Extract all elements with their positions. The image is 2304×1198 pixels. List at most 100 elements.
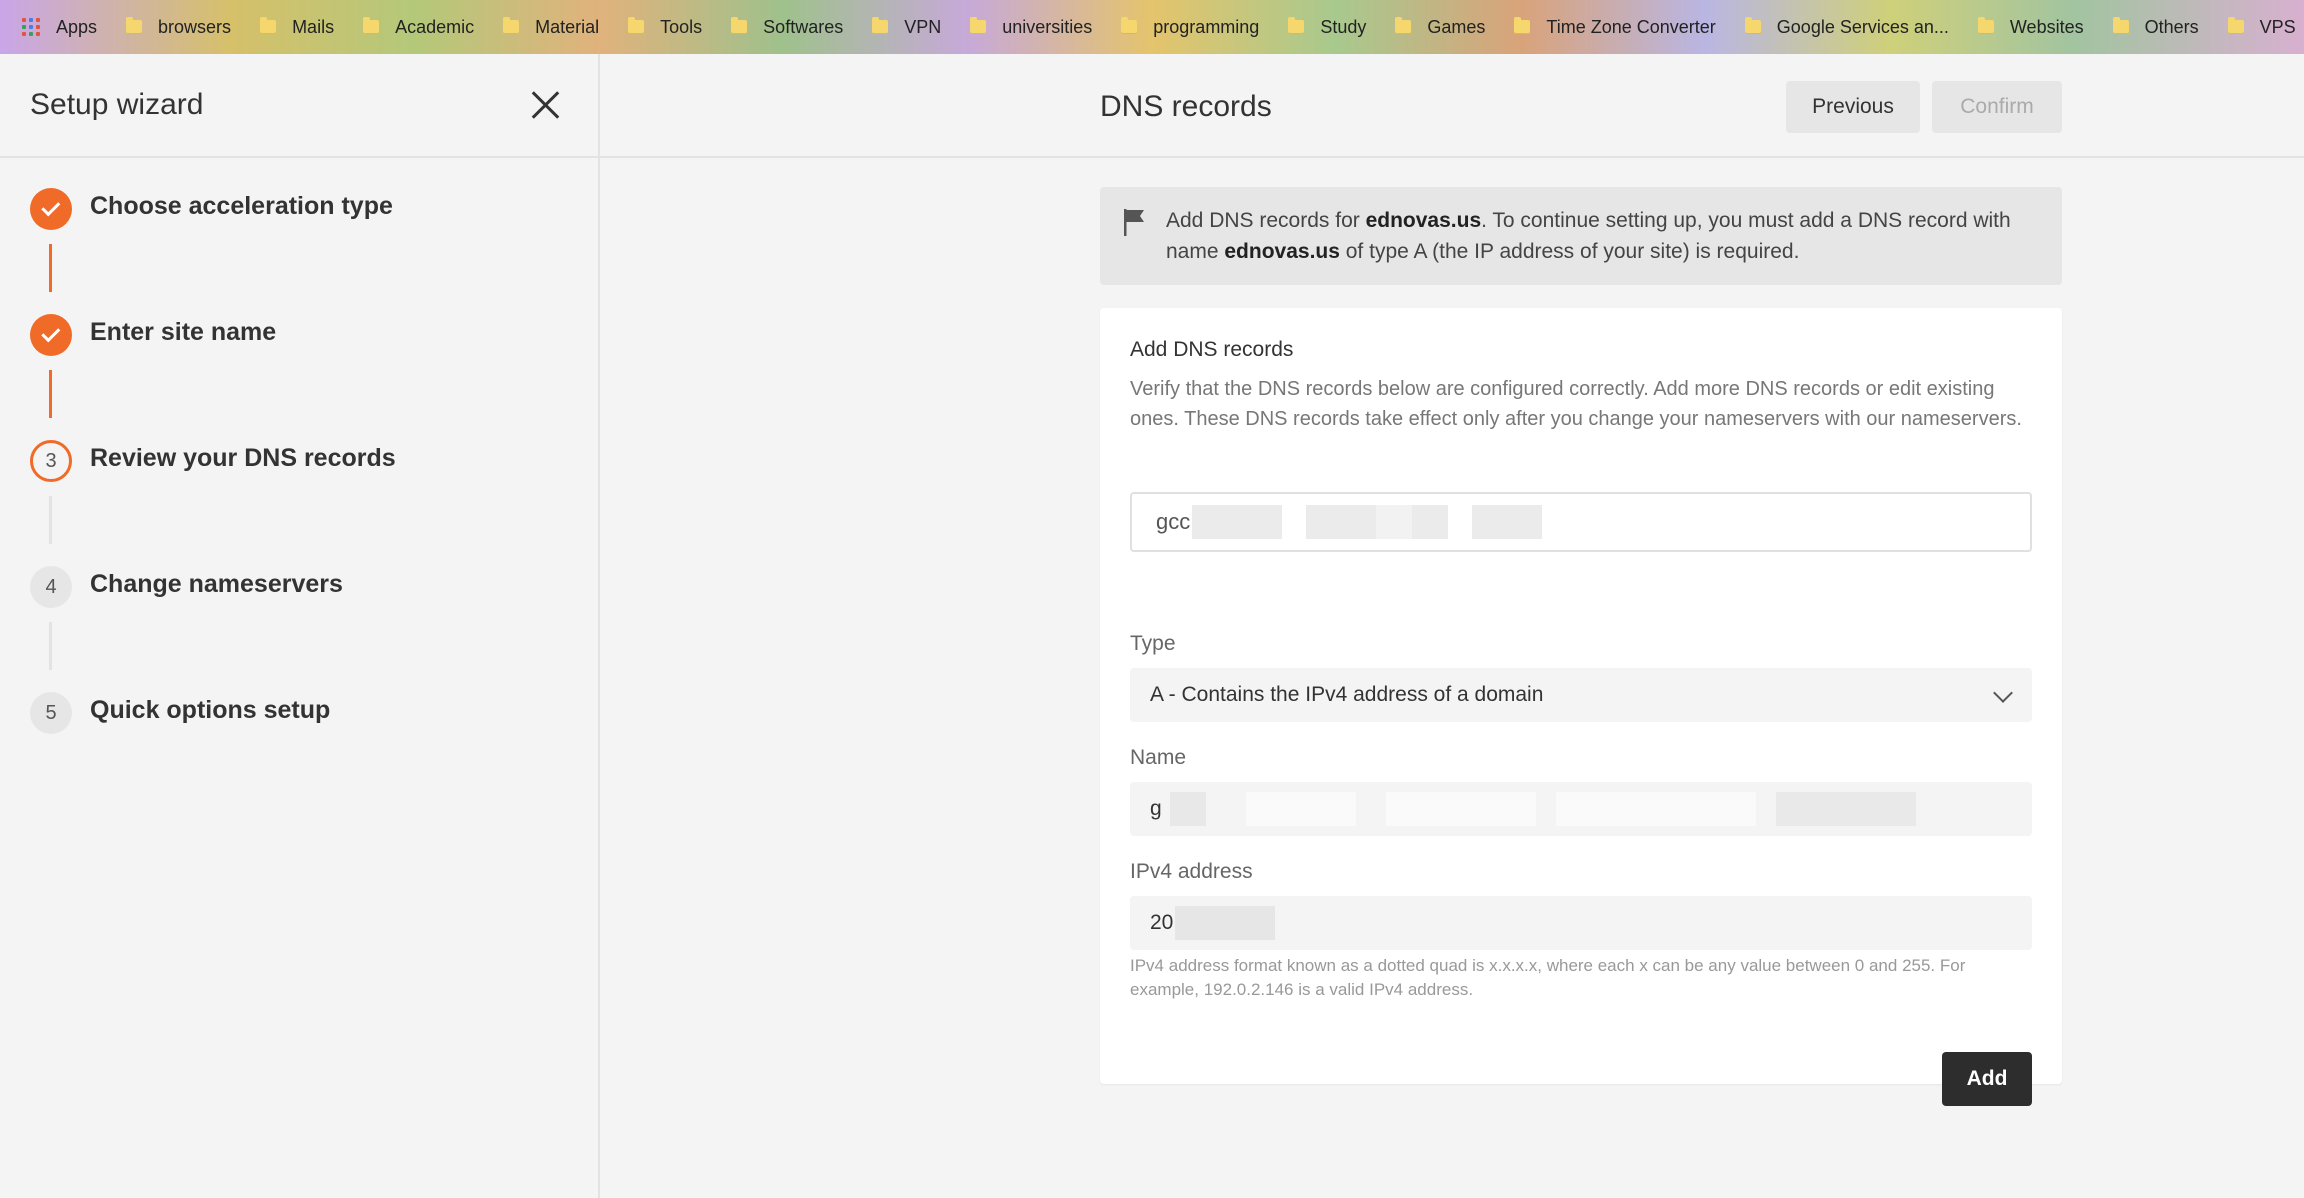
bookmark-folder[interactable]: browsers	[126, 0, 231, 54]
notice-domain-2: ednovas.us	[1224, 240, 1340, 263]
bookmark-apps[interactable]: Apps	[22, 0, 97, 54]
name-value: g	[1150, 797, 1162, 820]
bookmark-folder[interactable]: Tools	[628, 0, 702, 54]
folder-icon	[363, 17, 380, 34]
bookmark-folder[interactable]: programming	[1121, 0, 1259, 54]
bookmark-label: VPN	[904, 16, 942, 37]
folder-icon	[503, 17, 520, 34]
bookmark-folder[interactable]: universities	[970, 0, 1092, 54]
bookmark-folder[interactable]: Games	[1395, 0, 1485, 54]
redacted-block	[1775, 792, 1916, 826]
main-content: DNS records Previous Confirm Add DNS rec…	[600, 54, 2304, 1198]
step-number: 3	[30, 440, 72, 482]
ipv4-label: IPv4 address	[1130, 860, 1253, 883]
bookmark-folder[interactable]: Study	[1288, 0, 1366, 54]
bookmark-folder[interactable]: Time Zone Converter	[1514, 0, 1716, 54]
step-connector	[49, 244, 52, 292]
type-select[interactable]: A - Contains the IPv4 address of a domai…	[1130, 668, 2032, 722]
redacted-block	[1192, 505, 1283, 539]
notice-text-prefix: Add DNS records for	[1166, 209, 1366, 232]
step-label: Choose acceleration type	[90, 192, 393, 220]
type-value: A - Contains the IPv4 address of a domai…	[1150, 683, 1544, 706]
bookmark-folder[interactable]: Mails	[260, 0, 334, 54]
bookmark-folder[interactable]: Material	[503, 0, 599, 54]
bookmark-label: universities	[1002, 16, 1093, 37]
bookmark-label: browsers	[158, 16, 232, 37]
name-label: Name	[1130, 746, 1187, 769]
wizard-steps: Choose acceleration type Enter site name…	[0, 158, 598, 734]
flag-icon	[1124, 209, 1144, 236]
folder-icon	[1514, 17, 1531, 34]
redacted-block	[1175, 906, 1276, 940]
notice-text-suffix: of type A (the IP address of your site) …	[1339, 240, 1800, 263]
bookmark-label: Time Zone Converter	[1546, 16, 1716, 37]
step-label: Enter site name	[90, 318, 277, 346]
bookmark-label: Google Services an...	[1776, 16, 1949, 37]
folder-icon	[1288, 17, 1305, 34]
redacted-block	[1472, 505, 1543, 539]
add-dns-card: Add DNS records Verify that the DNS reco…	[1100, 308, 2062, 1106]
add-button[interactable]: Add	[1942, 1052, 2032, 1106]
search-value: gcc	[1156, 509, 1191, 534]
dns-notice: Add DNS records for ednovas.us. To conti…	[1100, 187, 2062, 285]
wizard-step-4: 4 Change nameservers	[30, 566, 343, 608]
bookmark-label: Softwares	[763, 16, 844, 37]
wizard-step-1: Choose acceleration type	[30, 188, 393, 230]
bookmark-label: Study	[1320, 16, 1367, 37]
folder-icon	[260, 17, 277, 34]
name-input[interactable]: g	[1130, 782, 2032, 836]
step-number: 5	[30, 692, 72, 734]
step-label: Quick options setup	[90, 696, 331, 724]
wizard-step-2: Enter site name	[30, 314, 276, 356]
check-icon	[30, 314, 72, 356]
folder-icon	[970, 17, 987, 34]
wizard-step-3: 3 Review your DNS records	[30, 440, 396, 482]
apps-grid-icon	[22, 18, 40, 36]
bookmark-folder[interactable]: Softwares	[731, 0, 843, 54]
bookmarks-bar: Apps browsers Mails Academic Material To…	[0, 0, 2304, 54]
bookmark-label: Websites	[2009, 16, 2084, 37]
wizard-step-5: 5 Quick options setup	[30, 692, 330, 734]
bookmark-label: VPS	[2259, 16, 2296, 37]
step-label: Review your DNS records	[90, 444, 396, 472]
bookmark-folder[interactable]: Websites	[1977, 0, 2084, 54]
step-connector	[49, 622, 52, 670]
close-icon[interactable]	[530, 90, 560, 120]
dns-search-input[interactable]: gcc	[1130, 492, 2032, 552]
sidebar-header: Setup wizard	[0, 54, 598, 158]
card-description: Verify that the DNS records below are co…	[1130, 378, 2022, 430]
ipv4-value: 20	[1150, 911, 1174, 934]
bookmark-folder[interactable]: VPN	[872, 0, 941, 54]
folder-icon	[2112, 17, 2129, 34]
bookmark-folder[interactable]: Google Services an...	[1744, 0, 1949, 54]
bookmark-folder[interactable]: Others	[2112, 0, 2199, 54]
folder-icon	[1121, 17, 1138, 34]
previous-button[interactable]: Previous	[1786, 81, 1920, 133]
bookmark-label: Others	[2144, 16, 2199, 37]
type-label: Type	[1130, 632, 1176, 655]
redacted-block	[1412, 505, 1449, 539]
card-title: Add DNS records	[1130, 338, 1294, 361]
folder-icon	[126, 17, 143, 34]
check-icon	[30, 188, 72, 230]
setup-wizard-sidebar: Setup wizard Choose acceleration type En…	[0, 54, 600, 1198]
folder-icon	[2227, 17, 2244, 34]
bookmark-folder[interactable]: Academic	[363, 0, 474, 54]
chevron-down-icon	[1993, 683, 2013, 703]
folder-icon	[1744, 17, 1761, 34]
sidebar-title: Setup wizard	[30, 88, 204, 121]
redacted-block	[1555, 792, 1756, 826]
bookmark-label: Academic	[395, 16, 475, 37]
folder-icon	[731, 17, 748, 34]
step-number: 4	[30, 566, 72, 608]
ipv4-input[interactable]: 20	[1130, 896, 2032, 950]
bookmark-label: Games	[1427, 16, 1486, 37]
redacted-block	[1169, 792, 1206, 826]
main-header: DNS records Previous Confirm	[600, 54, 2304, 158]
bookmark-label: Mails	[292, 16, 335, 37]
folder-icon	[628, 17, 645, 34]
folder-icon	[872, 17, 889, 34]
bookmark-folder[interactable]: VPS	[2227, 0, 2296, 54]
confirm-button[interactable]: Confirm	[1932, 81, 2062, 133]
folder-icon	[1977, 17, 1994, 34]
